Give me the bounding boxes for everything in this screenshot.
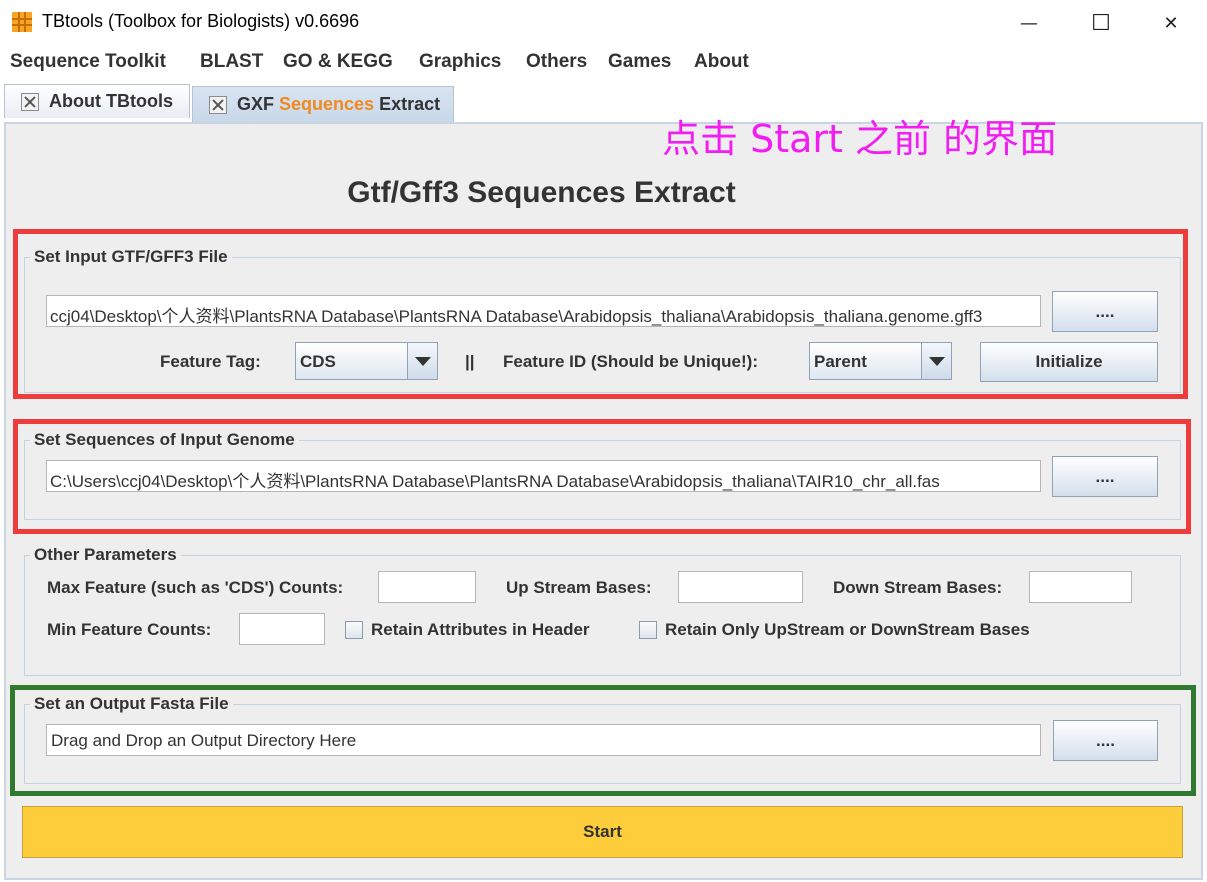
tab-close-icon[interactable]	[21, 92, 39, 111]
tab-label: About TBtools	[49, 91, 173, 111]
retain-attributes-checkbox[interactable]	[345, 621, 363, 639]
menu-games[interactable]: Games	[608, 51, 671, 73]
downstream-label: Down Stream Bases:	[833, 578, 1003, 597]
retain-attributes-label: Retain Attributes in Header	[371, 620, 590, 639]
max-feature-input[interactable]	[378, 571, 476, 603]
annotation-text: 点击 Start 之前 的界面	[662, 117, 1058, 161]
menu-graphics[interactable]: Graphics	[419, 51, 501, 73]
highlight-box-genome	[13, 419, 1191, 534]
max-feature-label: Max Feature (such as 'CDS') Counts:	[47, 578, 344, 597]
tab-gxf-sequences-extract[interactable]: GXF Sequences Extract	[192, 86, 454, 122]
menu-others[interactable]: Others	[526, 51, 587, 73]
tab-about-tbtools[interactable]: About TBtools	[4, 84, 190, 118]
start-button[interactable]: Start	[22, 806, 1183, 858]
tbtools-logo-icon	[12, 12, 32, 32]
page-title: Gtf/Gff3 Sequences Extract	[347, 176, 736, 209]
highlight-box-gff	[13, 229, 1188, 399]
tab-close-icon[interactable]	[209, 95, 227, 114]
maximize-icon: ☐	[1091, 10, 1111, 36]
menu-sequence-toolkit[interactable]: Sequence Toolkit	[10, 51, 166, 73]
highlight-box-output	[10, 685, 1196, 796]
menu-go-kegg[interactable]: GO & KEGG	[283, 51, 393, 73]
close-icon: ✕	[1163, 12, 1179, 34]
close-button[interactable]: ✕	[1148, 8, 1194, 38]
minimize-button[interactable]: —	[1006, 8, 1052, 38]
tab-label: GXF Sequences Extract	[237, 94, 441, 114]
window-title: TBtools (Toolbox for Biologists) v0.6696	[42, 11, 360, 31]
menu-bar: Sequence Toolkit BLAST GO & KEGG Graphic…	[0, 44, 1207, 80]
retain-only-stream-checkbox[interactable]	[639, 621, 657, 639]
min-feature-label: Min Feature Counts:	[47, 620, 212, 639]
menu-blast[interactable]: BLAST	[200, 51, 263, 73]
other-params-group	[24, 555, 1181, 676]
min-feature-input[interactable]	[239, 613, 325, 645]
retain-only-stream-label: Retain Only UpStream or DownStream Bases	[665, 620, 1030, 639]
upstream-input[interactable]	[678, 571, 803, 603]
menu-about[interactable]: About	[694, 51, 749, 73]
upstream-label: Up Stream Bases:	[506, 578, 652, 597]
minimize-icon: —	[1020, 12, 1038, 34]
downstream-input[interactable]	[1029, 571, 1132, 603]
title-bar: TBtools (Toolbox for Biologists) v0.6696…	[0, 0, 1207, 44]
other-params-title: Other Parameters	[30, 545, 181, 565]
maximize-button[interactable]: ☐	[1078, 8, 1124, 38]
